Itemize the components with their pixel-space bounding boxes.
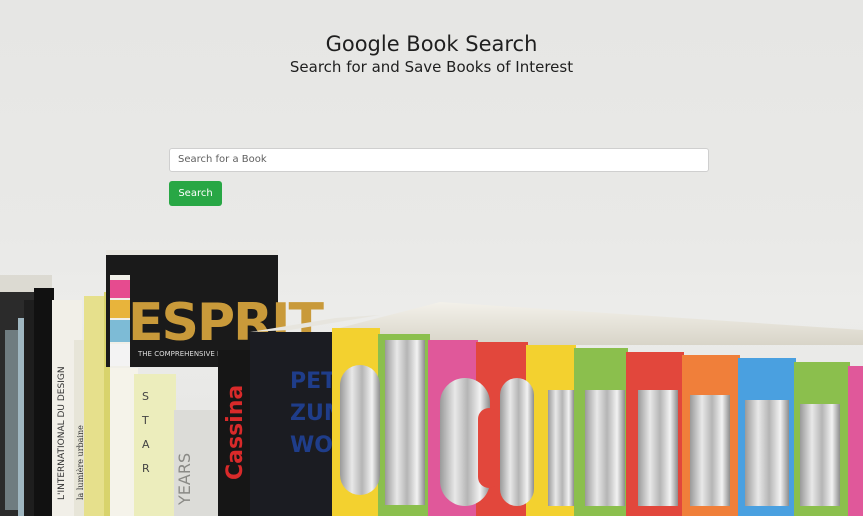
svg-text:YEARS: YEARS — [175, 453, 194, 506]
svg-text:L'INTERNATIONAL DU DESIGN: L'INTERNATIONAL DU DESIGN — [57, 366, 67, 500]
left-book-stack: L'INTERNATIONAL DU DESIGN la lumière urb… — [0, 275, 114, 516]
bookshelf-background-image: L'INTERNATIONAL DU DESIGN la lumière urb… — [0, 250, 863, 516]
search-form: Search — [169, 147, 709, 206]
svg-text:R: R — [142, 462, 150, 475]
star-books: S T A R YEARS — [134, 374, 220, 516]
svg-text:S: S — [142, 390, 149, 403]
colored-book-row — [332, 302, 863, 516]
cassina-book: Cassina — [218, 350, 252, 516]
svg-text:PET: PET — [290, 369, 336, 394]
search-input[interactable] — [169, 147, 709, 172]
svg-text:T: T — [141, 414, 149, 427]
svg-text:A: A — [142, 438, 150, 451]
page-subtitle: Search for and Save Books of Interest — [289, 58, 574, 76]
svg-text:la lumière urbaine: la lumière urbaine — [76, 425, 85, 500]
page-header: Google Book Search Search for and Save B… — [0, 30, 863, 76]
search-button[interactable]: Search — [169, 181, 222, 206]
page-title: Google Book Search — [325, 32, 538, 56]
svg-text:Cassina: Cassina — [223, 385, 248, 480]
